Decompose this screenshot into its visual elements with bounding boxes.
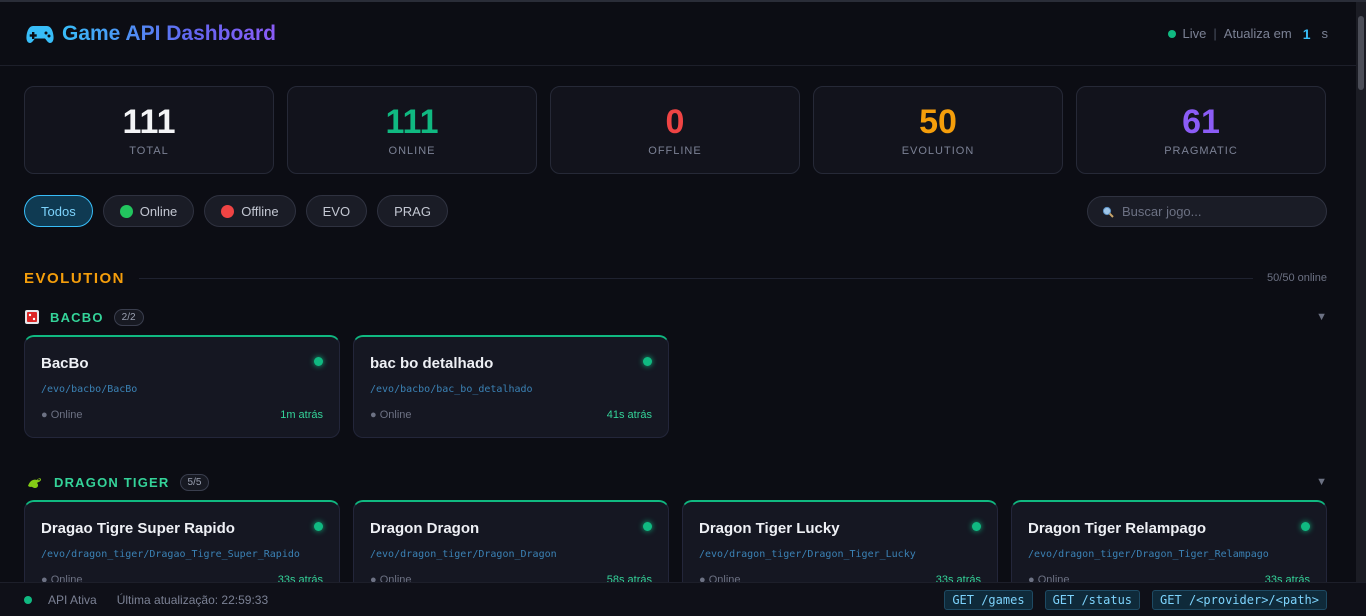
- refresh-unit: s: [1321, 26, 1329, 41]
- section-header-evolution: EVOLUTION 50/50 online: [24, 268, 1327, 288]
- card-footer: ● Online 41s atrás: [370, 409, 652, 421]
- endpoint-list: GET /games GET /status GET /<provider>/<…: [944, 589, 1327, 610]
- live-status-dot: [1167, 29, 1176, 38]
- filter-bar: Todos Online Offline EVO PRAG: [24, 195, 448, 227]
- separator: |: [1213, 26, 1217, 41]
- stat-evolution: 50 EVOLUTION: [813, 86, 1063, 174]
- scrollbar[interactable]: [1356, 2, 1366, 582]
- online-status-dot: [314, 357, 323, 366]
- status-footer: API Ativa Última atualização: 22:59:33 G…: [0, 582, 1366, 616]
- game-name: Dragao Tigre Super Rapido: [41, 520, 235, 537]
- group-count-badge: 5/5: [179, 473, 210, 491]
- last-updated: Última atualização: 22:59:33: [116, 592, 269, 607]
- endpoint-badge: GET /<provider>/<path>: [1152, 589, 1327, 610]
- online-status-dot: [643, 357, 652, 366]
- game-name: Dragon Tiger Relampago: [1028, 520, 1207, 537]
- search-placeholder: Buscar jogo...: [1122, 204, 1202, 219]
- stat-pragmatic: 61 PRAGMATIC: [1076, 86, 1326, 174]
- group-title: BACBO: [50, 309, 104, 325]
- cards-bacbo: BacBo /evo/bacbo/BacBo ● Online 1m atrás…: [24, 335, 669, 438]
- online-status-dot: [1301, 522, 1310, 531]
- scrollbar-thumb[interactable]: [1358, 16, 1364, 90]
- group-count-badge: 2/2: [113, 308, 144, 326]
- group-header-bacbo[interactable]: BACBO 2/2 ▼: [24, 307, 1327, 327]
- stats-row: 111 TOTAL 111 ONLINE 0 OFFLINE 50 EVOLUT…: [24, 86, 1326, 174]
- game-state: ● Online: [41, 409, 83, 421]
- game-card[interactable]: BacBo /evo/bacbo/BacBo ● Online 1m atrás: [24, 335, 340, 438]
- section-count: 50/50 online: [1267, 272, 1327, 284]
- game-path: /evo/dragon_tiger/Dragon_Tiger_Relampago: [1028, 549, 1269, 560]
- stat-offline: 0 OFFLINE: [550, 86, 800, 174]
- filter-all-button[interactable]: Todos: [24, 195, 93, 227]
- game-state: ● Online: [370, 409, 412, 421]
- chevron-down-icon[interactable]: ▼: [1316, 476, 1327, 488]
- api-status: API Ativa: [48, 592, 97, 607]
- gamepad-icon: [26, 25, 54, 43]
- api-status-dot: [24, 595, 32, 604]
- online-status-dot: [643, 522, 652, 531]
- filter-label: Todos: [41, 203, 76, 219]
- filter-online-button[interactable]: Online: [102, 195, 195, 227]
- game-name: Dragon Tiger Lucky: [699, 520, 840, 537]
- game-name: BacBo: [41, 355, 89, 372]
- page-title: Game API Dashboard: [62, 21, 276, 45]
- refresh-countdown: 1: [1302, 25, 1311, 42]
- game-path: /evo/dragon_tiger/Dragon_Tiger_Lucky: [699, 549, 916, 560]
- game-path: /evo/bacbo/bac_bo_detalhado: [370, 384, 533, 395]
- online-status-dot: [972, 522, 981, 531]
- filter-prag-button[interactable]: PRAG: [377, 195, 448, 227]
- stat-label: ONLINE: [388, 145, 436, 157]
- group-header-dragon-tiger[interactable]: DRAGON TIGER 5/5 ▼: [24, 472, 1327, 492]
- app-header: Game API Dashboard Live | Atualiza em 1 …: [0, 2, 1356, 66]
- dragon-icon: [28, 478, 41, 488]
- stat-value: 111: [385, 103, 439, 141]
- game-card[interactable]: bac bo detalhado /evo/bacbo/bac_bo_detal…: [353, 335, 669, 438]
- dice-icon: [25, 310, 39, 324]
- game-path: /evo/dragon_tiger/Dragon_Dragon: [370, 549, 557, 560]
- card-footer: ● Online 1m atrás: [41, 409, 323, 421]
- last-update: 1m atrás: [280, 409, 323, 421]
- search-icon: [1102, 206, 1114, 218]
- brand: Game API Dashboard: [26, 22, 276, 46]
- endpoint-badge: GET /games: [944, 589, 1033, 610]
- stat-label: EVOLUTION: [901, 145, 975, 157]
- online-status-dot: [314, 522, 323, 531]
- stat-online: 111 ONLINE: [287, 86, 537, 174]
- filter-label: Online: [139, 203, 178, 219]
- game-path: /evo/dragon_tiger/Dragao_Tigre_Super_Rap…: [41, 549, 300, 560]
- filter-offline-button[interactable]: Offline: [204, 195, 296, 227]
- section-title: EVOLUTION: [24, 269, 126, 287]
- stat-label: OFFLINE: [648, 145, 702, 157]
- stat-value: 50: [919, 103, 957, 141]
- stat-value: 61: [1182, 103, 1220, 141]
- stat-label: PRAGMATIC: [1164, 145, 1238, 157]
- chevron-down-icon[interactable]: ▼: [1316, 311, 1327, 323]
- filter-evo-button[interactable]: EVO: [305, 195, 368, 227]
- last-update: 41s atrás: [606, 409, 652, 421]
- search-input[interactable]: Buscar jogo...: [1087, 196, 1327, 227]
- live-label: Live: [1182, 26, 1207, 41]
- live-indicator: Live | Atualiza em 1 s: [1167, 25, 1329, 42]
- refresh-prefix: Atualiza em: [1223, 26, 1292, 41]
- stat-label: TOTAL: [129, 145, 169, 157]
- red-circle-icon: [221, 204, 235, 218]
- filter-label: PRAG: [394, 203, 431, 219]
- stat-value: 111: [122, 103, 176, 141]
- game-name: Dragon Dragon: [370, 520, 480, 537]
- endpoint-badge: GET /status: [1044, 589, 1141, 610]
- stat-value: 0: [665, 103, 685, 141]
- filter-label: Offline: [241, 203, 279, 219]
- game-name: bac bo detalhado: [370, 355, 494, 372]
- filter-label: EVO: [322, 203, 351, 219]
- divider: [139, 277, 1254, 279]
- game-path: /evo/bacbo/BacBo: [41, 384, 138, 395]
- group-title: DRAGON TIGER: [54, 474, 170, 490]
- stat-total: 111 TOTAL: [24, 86, 274, 174]
- green-circle-icon: [119, 204, 133, 218]
